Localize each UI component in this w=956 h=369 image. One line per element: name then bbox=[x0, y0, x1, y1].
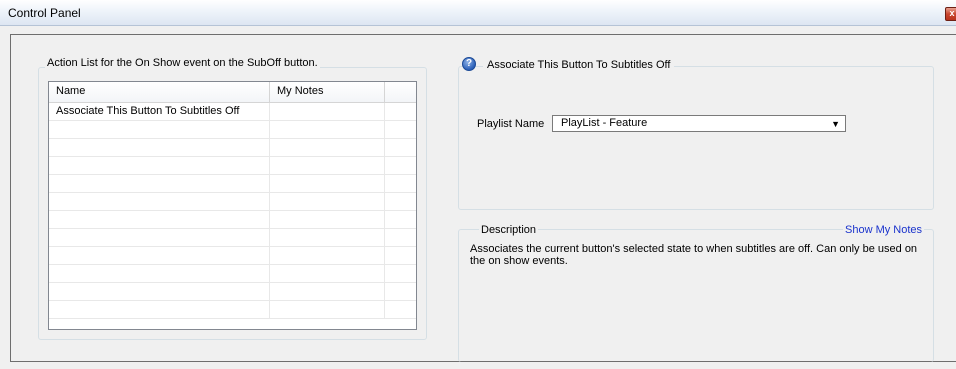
cell-name[interactable] bbox=[49, 247, 270, 264]
description-legend: Description bbox=[479, 224, 539, 236]
cell-my-notes[interactable] bbox=[270, 229, 385, 246]
cell-filler bbox=[385, 103, 416, 120]
column-header-name[interactable]: Name bbox=[49, 82, 270, 102]
cell-filler bbox=[385, 175, 416, 192]
cell-filler bbox=[385, 139, 416, 156]
table-row[interactable] bbox=[49, 175, 416, 193]
playlist-name-label: Playlist Name bbox=[477, 118, 545, 130]
control-panel-window: Control Panel x Action List for the On S… bbox=[0, 0, 956, 369]
help-icon[interactable]: ? bbox=[462, 57, 476, 71]
cell-filler bbox=[385, 301, 416, 318]
cell-my-notes[interactable] bbox=[270, 265, 385, 282]
cell-filler bbox=[385, 247, 416, 264]
table-row[interactable] bbox=[49, 247, 416, 265]
cell-my-notes[interactable] bbox=[270, 157, 385, 174]
show-my-notes-link[interactable]: Show My Notes bbox=[843, 224, 925, 236]
cell-filler bbox=[385, 265, 416, 282]
cell-name[interactable] bbox=[49, 283, 270, 300]
cell-my-notes[interactable] bbox=[270, 121, 385, 138]
table-row[interactable] bbox=[49, 211, 416, 229]
table-row[interactable] bbox=[49, 283, 416, 301]
action-list-grid[interactable]: Name My Notes Associate This Button To S… bbox=[48, 81, 417, 330]
table-row[interactable] bbox=[49, 229, 416, 247]
action-list-legend: Action List for the On Show event on the… bbox=[45, 57, 320, 69]
properties-group bbox=[458, 66, 934, 210]
window-title: Control Panel bbox=[8, 6, 81, 20]
cell-name[interactable] bbox=[49, 121, 270, 138]
table-row[interactable] bbox=[49, 301, 416, 319]
table-row[interactable] bbox=[49, 139, 416, 157]
cell-my-notes[interactable] bbox=[270, 283, 385, 300]
cell-filler bbox=[385, 211, 416, 228]
cell-my-notes[interactable] bbox=[270, 247, 385, 264]
cell-filler bbox=[385, 193, 416, 210]
table-row[interactable] bbox=[49, 265, 416, 283]
cell-my-notes[interactable] bbox=[270, 301, 385, 318]
cell-name[interactable] bbox=[49, 193, 270, 210]
column-header-filler bbox=[385, 82, 416, 102]
cell-name[interactable] bbox=[49, 265, 270, 282]
description-text: Associates the current button's selected… bbox=[470, 243, 918, 267]
table-row[interactable]: Associate This Button To Subtitles Off bbox=[49, 103, 416, 121]
cell-name[interactable] bbox=[49, 301, 270, 318]
cell-name[interactable]: Associate This Button To Subtitles Off bbox=[49, 103, 270, 120]
cell-name[interactable] bbox=[49, 175, 270, 192]
cell-filler bbox=[385, 121, 416, 138]
close-icon[interactable]: x bbox=[945, 7, 956, 21]
cell-my-notes[interactable] bbox=[270, 211, 385, 228]
cell-filler bbox=[385, 229, 416, 246]
table-row[interactable] bbox=[49, 121, 416, 139]
cell-filler bbox=[385, 283, 416, 300]
column-header-my-notes[interactable]: My Notes bbox=[270, 82, 385, 102]
cell-my-notes[interactable] bbox=[270, 103, 385, 120]
cell-my-notes[interactable] bbox=[270, 175, 385, 192]
table-row[interactable] bbox=[49, 193, 416, 211]
grid-header: Name My Notes bbox=[49, 82, 416, 103]
cell-my-notes[interactable] bbox=[270, 139, 385, 156]
playlist-dropdown-value: PlayList - Feature bbox=[561, 117, 648, 129]
cell-name[interactable] bbox=[49, 139, 270, 156]
cell-name[interactable] bbox=[49, 157, 270, 174]
chevron-down-icon[interactable]: ▼ bbox=[831, 117, 840, 131]
title-bar[interactable]: Control Panel x bbox=[0, 0, 956, 26]
cell-name[interactable] bbox=[49, 229, 270, 246]
playlist-dropdown[interactable]: PlayList - Feature ▼ bbox=[552, 115, 846, 132]
cell-filler bbox=[385, 157, 416, 174]
table-row[interactable] bbox=[49, 157, 416, 175]
cell-my-notes[interactable] bbox=[270, 193, 385, 210]
cell-name[interactable] bbox=[49, 211, 270, 228]
properties-legend: Associate This Button To Subtitles Off bbox=[483, 59, 675, 71]
grid-rows: Associate This Button To Subtitles Off bbox=[49, 103, 416, 319]
